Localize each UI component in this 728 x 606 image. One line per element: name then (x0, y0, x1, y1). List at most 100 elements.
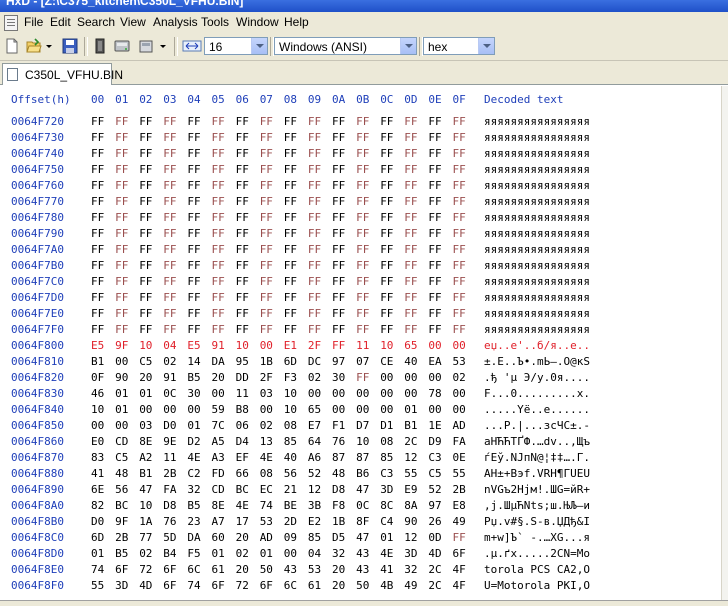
hex-byte[interactable]: FF (236, 146, 254, 162)
hex-byte[interactable]: FF (115, 210, 133, 226)
hex-byte[interactable]: FF (236, 162, 254, 178)
hex-byte[interactable]: FF (139, 322, 157, 338)
hex-byte[interactable]: FF (380, 114, 398, 130)
hex-byte[interactable]: 00 (284, 546, 302, 562)
hex-row[interactable]: 0064F8D0 01 B5 02 B4 F5 01 02 01 00 04 32 43 4E 3D 4D 6F… (0, 546, 728, 562)
hex-byte[interactable]: 32 (187, 482, 205, 498)
hex-byte[interactable]: 4D (139, 578, 157, 594)
hex-byte[interactable]: FF (404, 274, 422, 290)
hex-byte[interactable]: FF (91, 178, 109, 194)
hex-byte[interactable]: FF (284, 226, 302, 242)
hex-byte[interactable]: FF (212, 162, 230, 178)
hex-byte[interactable]: 91 (212, 338, 230, 354)
hex-byte[interactable]: 2B (163, 466, 181, 482)
hex-byte[interactable]: 6F (163, 578, 181, 594)
hex-byte[interactable]: 10 (91, 402, 109, 418)
hex-byte[interactable]: 32 (404, 562, 422, 578)
hex-byte[interactable]: 10 (139, 498, 157, 514)
hex-row[interactable]: 0064F890 6E 56 47 FA 32 CD BC EC 21 12 D8 47 3D E9 52 2B… (0, 482, 728, 498)
hex-byte[interactable]: 02 (139, 546, 157, 562)
hex-row[interactable]: 0064F8B0 D0 9F 1A 76 23 A7 17 53 2D E2 1B 8F C4 90 26 49… (0, 514, 728, 530)
hex-byte[interactable]: 6C (187, 562, 205, 578)
hex-byte[interactable]: FF (380, 258, 398, 274)
hex-byte[interactable]: FF (212, 226, 230, 242)
hex-byte[interactable]: FF (428, 114, 446, 130)
hex-byte[interactable]: FF (187, 178, 205, 194)
hex-byte[interactable]: FF (163, 306, 181, 322)
hex-byte[interactable]: 12 (404, 530, 422, 546)
hex-byte[interactable]: FF (236, 290, 254, 306)
hex-byte[interactable]: 4E (380, 546, 398, 562)
hex-byte[interactable]: 00 (380, 386, 398, 402)
hex-byte[interactable]: E0 (91, 434, 109, 450)
hex-byte[interactable]: FF (332, 178, 350, 194)
hex-row[interactable]: 0064F810 B1 00 C5 02 14 DA 95 1B 6D DC 97 07 CE 40 EA 53… (0, 354, 728, 370)
hex-byte[interactable]: 49 (453, 514, 471, 530)
hex-row[interactable]: 0064F720 FF FF FF FF FF FF FF FF FF FF FF FF FF FF FF FF… (0, 114, 728, 130)
hex-byte[interactable]: 40 (404, 354, 422, 370)
hex-byte[interactable]: FF (163, 242, 181, 258)
hex-row[interactable]: 0064F730 FF FF FF FF FF FF FF FF FF FF FF FF FF FF FF FF… (0, 130, 728, 146)
hex-byte[interactable]: FF (212, 194, 230, 210)
hex-byte[interactable]: 00 (404, 370, 422, 386)
hex-byte[interactable]: FF (91, 162, 109, 178)
hex-byte[interactable]: 00 (139, 402, 157, 418)
hex-byte[interactable]: FF (236, 130, 254, 146)
hex-byte[interactable]: 1B (260, 354, 278, 370)
hex-byte[interactable]: FF (212, 146, 230, 162)
hex-byte[interactable]: FF (428, 290, 446, 306)
hex-byte[interactable]: 43 (356, 546, 374, 562)
hex-row[interactable]: 0064F820 0F 90 20 91 B5 20 DD 2F F3 02 30 FF 00 00 00 02… (0, 370, 728, 386)
hex-byte[interactable]: FF (139, 274, 157, 290)
hex-row[interactable]: 0064F7C0 FF FF FF FF FF FF FF FF FF FF FF FF FF FF FF FF… (0, 274, 728, 290)
hex-byte[interactable]: FF (428, 210, 446, 226)
hex-byte[interactable]: C5 (428, 466, 446, 482)
hex-byte[interactable]: 07 (356, 354, 374, 370)
hex-byte[interactable]: FF (284, 322, 302, 338)
hex-byte[interactable]: FF (404, 226, 422, 242)
hex-byte[interactable]: FF (115, 258, 133, 274)
hex-byte[interactable]: 20 (332, 562, 350, 578)
hex-byte[interactable]: 01 (380, 530, 398, 546)
decoded-text[interactable]: яяяяяяяяяяяяяяяя (484, 274, 590, 290)
hex-byte[interactable]: FF (91, 258, 109, 274)
hex-byte[interactable]: FF (380, 226, 398, 242)
hex-byte[interactable]: 10 (236, 338, 254, 354)
hex-byte[interactable]: 11 (356, 338, 374, 354)
hex-byte[interactable]: 32 (332, 546, 350, 562)
hex-byte[interactable]: FF (380, 210, 398, 226)
hex-byte[interactable]: 56 (115, 482, 133, 498)
hex-byte[interactable]: 8A (404, 498, 422, 514)
hex-byte[interactable]: 12 (404, 450, 422, 466)
hex-byte[interactable]: FF (428, 258, 446, 274)
decoded-text[interactable]: яяяяяяяяяяяяяяяя (484, 162, 590, 178)
hex-byte[interactable]: FF (404, 306, 422, 322)
hex-byte[interactable]: FF (308, 162, 326, 178)
hex-byte[interactable]: 52 (308, 466, 326, 482)
hex-byte[interactable]: FF (115, 162, 133, 178)
decoded-text[interactable]: яяяяяяяяяяяяяяяя (484, 306, 590, 322)
hex-row[interactable]: 0064F800 E5 9F 10 04 E5 91 10 00 E1 2F FF 11 10 65 00 00… (0, 338, 728, 354)
hex-byte[interactable]: 55 (91, 578, 109, 594)
hex-byte[interactable]: 20 (139, 370, 157, 386)
hex-byte[interactable]: FF (187, 210, 205, 226)
hex-byte[interactable]: FF (115, 226, 133, 242)
hex-byte[interactable]: FF (284, 306, 302, 322)
hex-byte[interactable]: 02 (260, 418, 278, 434)
hex-byte[interactable]: 30 (187, 386, 205, 402)
hex-byte[interactable]: 4F (453, 578, 471, 594)
hex-row[interactable]: 0064F750 FF FF FF FF FF FF FF FF FF FF FF FF FF FF FF FF… (0, 162, 728, 178)
hex-byte[interactable]: 4B (380, 578, 398, 594)
hex-byte[interactable]: 66 (236, 466, 254, 482)
hex-byte[interactable]: 14 (187, 354, 205, 370)
hex-byte[interactable]: FF (260, 274, 278, 290)
hex-byte[interactable]: FF (308, 258, 326, 274)
hex-byte[interactable]: B5 (115, 546, 133, 562)
hex-byte[interactable]: 41 (380, 562, 398, 578)
hex-byte[interactable]: A5 (212, 434, 230, 450)
decoded-text[interactable]: яяяяяяяяяяяяяяяя (484, 242, 590, 258)
new-file-icon[interactable] (4, 38, 20, 54)
open-folder-icon[interactable] (26, 38, 42, 54)
hex-byte[interactable]: FF (139, 114, 157, 130)
hex-byte[interactable]: FF (139, 242, 157, 258)
